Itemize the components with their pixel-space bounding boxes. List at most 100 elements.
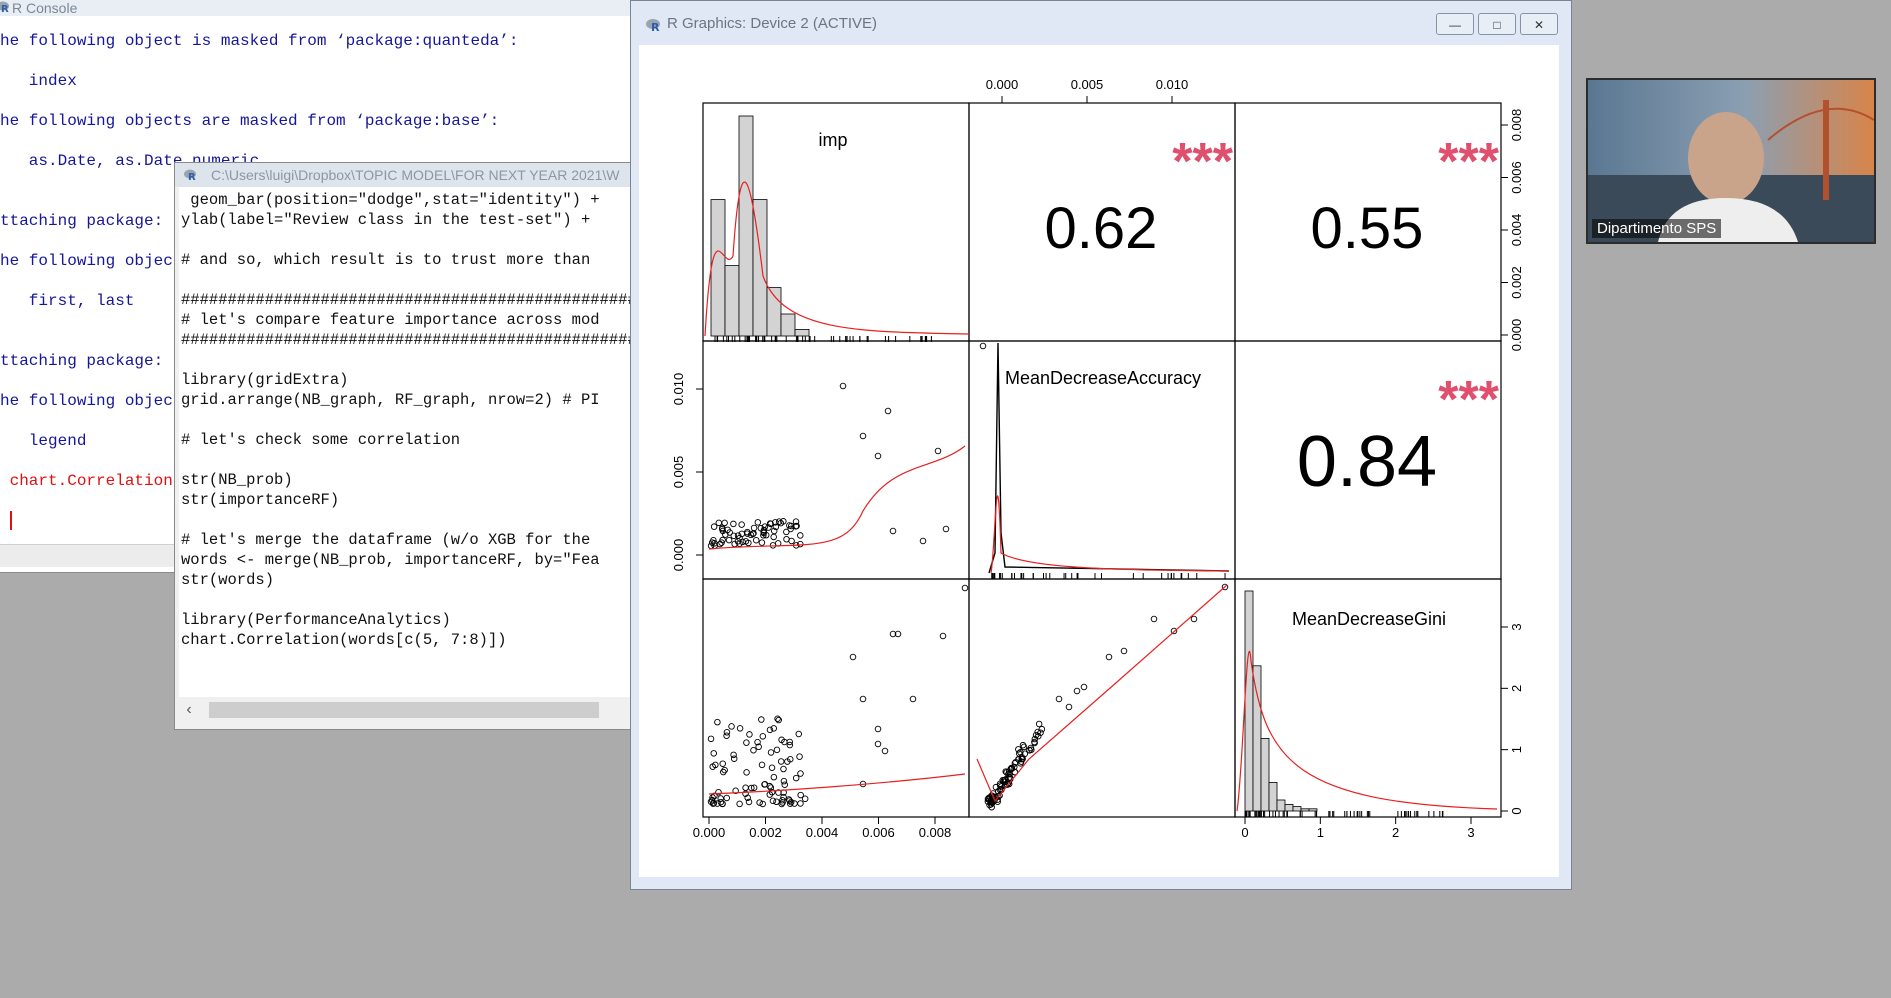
histogram-bar	[1308, 808, 1318, 812]
scatter-point	[934, 447, 942, 455]
scatter-point	[1020, 743, 1028, 751]
console-line: index	[0, 72, 77, 90]
right-top-axis-label: 0.000	[1509, 319, 1524, 352]
code-line: ylab(label="Review class in the test-set…	[181, 211, 591, 229]
scatter-point	[874, 740, 882, 748]
scatter-point	[721, 519, 728, 527]
graphics-device-window[interactable]: R R Graphics: Device 2 (ACTIVE) — □ ✕ im…	[630, 0, 1572, 890]
console-line: he following object	[0, 252, 183, 270]
maximize-button[interactable]: □	[1478, 13, 1516, 35]
left-axis-label: 0.005	[671, 456, 686, 489]
scatter-point	[752, 536, 760, 544]
right-top-axis-label: 0.002	[1509, 266, 1524, 299]
scatter-point	[719, 760, 726, 767]
scatter-point	[723, 729, 731, 736]
console-line: he following objects are masked from ‘pa…	[0, 112, 500, 130]
scatter-point	[746, 731, 753, 738]
significance-stars: ***	[1438, 133, 1499, 191]
scrollbar-thumb[interactable]	[209, 702, 599, 718]
smooth-line	[708, 773, 966, 795]
scatter-point	[754, 519, 762, 526]
right-top-axis-label: 0.008	[1509, 109, 1524, 142]
histogram-bar	[1268, 782, 1278, 812]
histogram-bar	[1260, 738, 1270, 812]
scatter-point	[759, 733, 767, 740]
console-line: first, last	[0, 292, 135, 310]
code-line: str(words)	[181, 571, 275, 589]
scatter-point	[1120, 647, 1128, 655]
scatter-point	[859, 432, 867, 440]
code-line: ########################################…	[181, 291, 647, 309]
console-titlebar[interactable]: R R Console	[0, 0, 640, 16]
variable-label: imp	[818, 130, 847, 150]
correlation-chart: imp MeanDecreaseAccuracy MeanDecreaseGini 0…	[671, 77, 1524, 840]
bottom-left-axis-label: 0.004	[806, 825, 839, 840]
density-line	[990, 495, 1230, 574]
scatter-point	[758, 761, 766, 769]
code-editor[interactable]: geom_bar(position="dodge",stat="identity…	[179, 187, 671, 697]
histogram-bar	[1300, 808, 1310, 812]
horizontal-scrollbar[interactable]: ‹	[179, 699, 671, 721]
webcam-image	[1588, 80, 1874, 242]
plot-area: imp MeanDecreaseAccuracy MeanDecreaseGini 0…	[639, 45, 1559, 877]
histogram-bar	[724, 265, 740, 337]
scatter-point	[736, 800, 743, 808]
code-line: grid.arrange(NB_graph, RF_graph, nrow=2)…	[181, 391, 600, 409]
bottom-left-axis-label: 0.000	[693, 825, 726, 840]
bottom-left-axis-label: 0.002	[749, 825, 782, 840]
variable-label: MeanDecreaseAccuracy	[1005, 368, 1201, 388]
variable-label: MeanDecreaseGini	[1292, 609, 1446, 629]
scatter-point	[942, 525, 950, 533]
console-line: ttaching package:	[0, 212, 164, 230]
code-line: str(importanceRF)	[181, 491, 340, 509]
device-titlebar[interactable]: R R Graphics: Device 2 (ACTIVE) — □ ✕	[631, 1, 1571, 45]
scatter-point	[743, 739, 750, 746]
histogram-bar	[780, 313, 796, 337]
scatter-point	[859, 695, 867, 703]
smooth-line	[708, 445, 966, 550]
code-line: library(PerformanceAnalytics)	[181, 611, 451, 629]
scatter-point	[1105, 653, 1113, 661]
scatter-point	[961, 584, 969, 592]
code-line: geom_bar(position="dodge",stat="identity…	[181, 191, 600, 209]
histogram-bar	[1276, 799, 1286, 812]
scatter-point	[777, 758, 785, 765]
right-bottom-axis-label: 0	[1509, 807, 1524, 814]
code-line: chart.Correlation(words[c(5, 7:8)])	[181, 631, 507, 649]
left-axis-label: 0.010	[671, 373, 686, 406]
scatter-point	[884, 407, 892, 415]
scatter-point	[881, 747, 889, 755]
bottom-left-axis-label: 0.008	[919, 825, 952, 840]
scatter-point	[849, 653, 857, 661]
bottom-right-axis-label: 0	[1241, 825, 1248, 840]
minimize-button[interactable]: —	[1436, 13, 1474, 35]
histogram-bar	[1284, 804, 1294, 812]
code-line: # let's check some correlation	[181, 431, 461, 449]
histogram-bar	[1252, 665, 1262, 812]
scatter-point	[783, 528, 790, 536]
code-line: str(NB_prob)	[181, 471, 293, 489]
scatter-point	[770, 773, 778, 781]
close-button[interactable]: ✕	[1520, 13, 1558, 35]
scatter-point	[758, 716, 765, 723]
scatter-point	[796, 753, 803, 760]
script-editor-window[interactable]: R C:\Users\luigi\Dropbox\TOPIC MODEL\FOR…	[174, 162, 676, 730]
top-axis-label: 0.000	[986, 77, 1019, 92]
scatter-point	[768, 764, 776, 772]
editor-titlebar[interactable]: R C:\Users\luigi\Dropbox\TOPIC MODEL\FOR…	[175, 163, 675, 187]
scatter-point	[758, 539, 766, 546]
editor-title: C:\Users\luigi\Dropbox\TOPIC MODEL\FOR N…	[211, 167, 620, 183]
scatter-point	[774, 715, 781, 722]
scatter-point	[839, 382, 847, 390]
significance-stars: ***	[1172, 133, 1233, 191]
top-axis-label: 0.005	[1071, 77, 1104, 92]
histogram-bar	[1292, 806, 1302, 812]
code-line: library(gridExtra)	[181, 371, 349, 389]
bottom-right-axis-label: 2	[1392, 825, 1399, 840]
scatter-point	[801, 795, 809, 803]
left-axis-label: 0.000	[671, 539, 686, 572]
scroll-left-icon[interactable]: ‹	[181, 699, 197, 721]
correlation-value: 0.84	[1297, 422, 1437, 502]
svg-text:R: R	[188, 172, 196, 182]
scatter-point	[742, 784, 749, 792]
